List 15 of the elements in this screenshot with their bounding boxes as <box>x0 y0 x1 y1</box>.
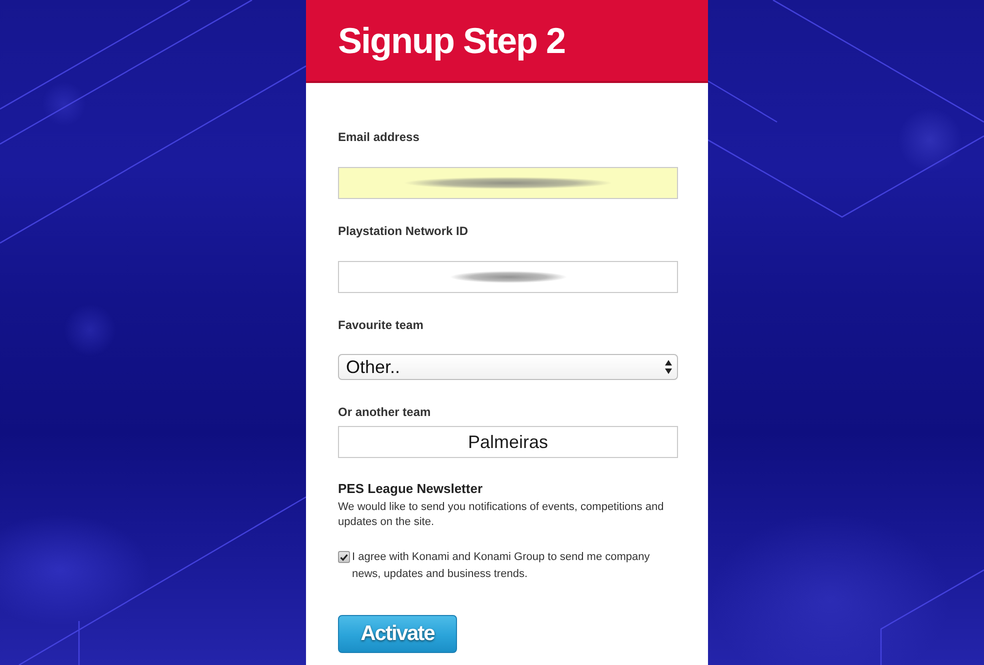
newsletter-title: PES League Newsletter <box>338 481 482 497</box>
input-field[interactable] <box>338 261 678 293</box>
checkmark-icon <box>340 554 348 560</box>
select-arrows-icon <box>665 360 672 374</box>
input-field[interactable]: Palmeiras <box>338 426 678 458</box>
field-label: Email address <box>338 129 420 145</box>
page-title: Signup Step 2 <box>338 20 566 62</box>
field-label: Or another team <box>338 404 431 420</box>
field-label: Favourite team <box>338 317 424 333</box>
newsletter-description: We would like to send you notifications of events, competitions and updates on the site. <box>338 500 665 530</box>
agree-checkbox[interactable] <box>338 551 350 563</box>
input-field[interactable] <box>338 167 678 199</box>
team-select[interactable]: Other.. <box>338 354 678 380</box>
agree-text: I agree with Konami and Konami Group to send me company news, updates and business trends. <box>352 550 651 582</box>
field-label: Playstation Network ID <box>338 223 468 239</box>
